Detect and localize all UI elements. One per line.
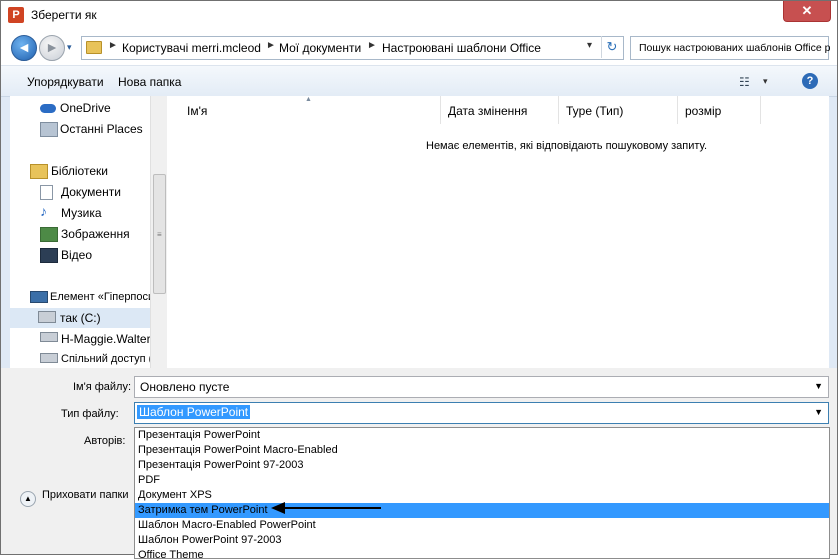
organize-button[interactable]: Упорядкувати <box>27 75 104 89</box>
filetype-option[interactable]: Office Theme <box>135 548 829 558</box>
grip-icon: ≡ <box>157 230 162 239</box>
help-icon[interactable]: ? <box>802 73 818 89</box>
chevron-up-icon: ▲ <box>20 491 36 507</box>
hide-folders-label: Приховати папки <box>42 489 129 501</box>
window-title: Зберегти як <box>31 8 97 22</box>
view-dropdown-icon[interactable]: ▾ <box>763 76 768 87</box>
authors-label: Авторів: <box>84 435 126 447</box>
nav-item-label: так (C:) <box>60 311 101 325</box>
file-list: ▲ Ім'я Дата змінення Type (Тип) розмір Н… <box>167 96 829 368</box>
column-header-size[interactable]: розмір <box>685 104 721 118</box>
breadcrumb-item-user[interactable]: Користувачі mеrri.mcleod <box>122 41 261 55</box>
address-dropdown-icon[interactable]: ▾ <box>587 40 592 51</box>
documents-icon <box>40 185 53 200</box>
empty-message: Немає елементів, які відповідають пошуко… <box>426 140 708 152</box>
column-divider[interactable] <box>440 96 441 124</box>
nav-item-documents[interactable]: Документи <box>10 182 150 202</box>
back-button[interactable]: ◄ <box>11 35 37 61</box>
nav-item-label: Документи <box>61 185 121 199</box>
filename-input[interactable]: Оновлено пусте ▼ <box>134 376 829 398</box>
column-divider[interactable] <box>677 96 678 124</box>
nav-item-libraries[interactable]: Бібліотеки <box>10 161 150 181</box>
nav-item-label: Елемент «Гіперпосилання» в колекції «Сти… <box>50 291 150 303</box>
cloud-icon <box>40 104 56 113</box>
filename-label: Ім'я файлу: <box>73 381 132 393</box>
pictures-icon <box>40 227 58 242</box>
view-options-icon[interactable]: ☷ <box>739 75 750 89</box>
column-header-name[interactable]: Ім'я <box>187 104 207 118</box>
nav-item-label: Відео <box>61 248 93 262</box>
filetype-option[interactable]: Шаблон PowerPoint 97-2003 <box>135 533 829 548</box>
filename-value: Оновлено пусте <box>140 380 230 394</box>
callout-arrow-head-icon <box>271 502 285 514</box>
filetype-value: Шаблон PowerPoint <box>137 405 251 419</box>
breadcrumb-item-templates[interactable]: Настроювані шаблони Office <box>382 41 541 55</box>
hide-folders-button[interactable]: ▲ Приховати папки <box>20 489 129 507</box>
filetype-dropdown-list[interactable]: Презентація PowerPoint Презентація Power… <box>134 427 830 559</box>
navigation-scrollbar[interactable]: ≡ <box>150 96 167 368</box>
network-drive-icon <box>40 353 58 363</box>
nav-item-recent-places[interactable]: Останні Places <box>10 119 150 139</box>
nav-item-pictures[interactable]: Зображення <box>10 224 150 244</box>
filetype-option[interactable]: Презентація PowerPoint <box>135 428 829 443</box>
video-icon <box>40 248 58 263</box>
drive-icon <box>38 311 56 323</box>
nav-item-drive-c[interactable]: так (C:) <box>10 308 150 328</box>
nav-item-label: Бібліотеки <box>51 164 108 178</box>
breadcrumb-separator-icon[interactable]: ► <box>108 40 118 51</box>
scrollbar-thumb[interactable]: ≡ <box>153 174 166 294</box>
nav-item-label: OneDrive <box>60 101 111 115</box>
folder-icon <box>86 41 102 54</box>
recent-locations-chevron-icon[interactable]: ▾ <box>67 42 77 52</box>
save-as-dialog: P Зберегти як ✕ ◄ ► ▾ ► Користувачі mеrr… <box>0 0 838 559</box>
new-folder-button[interactable]: Нова папка <box>118 75 181 89</box>
forward-button[interactable]: ► <box>39 35 65 61</box>
chevron-down-icon[interactable]: ▼ <box>814 407 823 417</box>
libraries-icon <box>30 164 48 179</box>
nav-item-network-h[interactable]: H-Maggie.Walter <box>10 329 150 349</box>
nav-item-label: Спільний доступ (W:) <box>61 353 150 365</box>
breadcrumb-item-documents[interactable]: Мої документи <box>279 41 361 55</box>
filetype-option[interactable]: Документ XPS <box>135 488 829 503</box>
chevron-down-icon[interactable]: ▼ <box>814 381 823 391</box>
address-bar[interactable]: ► Користувачі mеrri.mcleod ► Мої докумен… <box>81 36 624 60</box>
command-toolbar: Упорядкувати Нова папка ☷ ▾ ? <box>1 65 837 97</box>
recent-places-icon <box>40 122 58 137</box>
powerpoint-icon: P <box>8 7 24 23</box>
sort-ascending-icon: ▲ <box>305 96 312 103</box>
column-divider[interactable] <box>558 96 559 124</box>
nav-item-label: Зображення <box>61 227 130 241</box>
nav-item-music[interactable]: ♪ Музика <box>10 203 150 223</box>
breadcrumb-separator-icon[interactable]: ► <box>367 40 377 51</box>
nav-item-label: Останні Places <box>60 122 143 136</box>
filetype-label: Тип файлу: <box>61 408 119 420</box>
column-header-date[interactable]: Дата змінення <box>448 104 527 118</box>
filetype-option[interactable]: PDF <box>135 473 829 488</box>
network-drive-icon <box>40 332 58 342</box>
refresh-icon[interactable]: ↻ <box>601 36 622 58</box>
filetype-option[interactable]: Презентація PowerPoint Macro-Enabled <box>135 443 829 458</box>
nav-item-video[interactable]: Відео <box>10 245 150 265</box>
navigation-row: ◄ ► ▾ ► Користувачі mеrri.mcleod ► Мої д… <box>1 29 837 65</box>
search-input[interactable]: Пошук настроюваних шаблонів Office р <box>630 36 831 60</box>
filetype-option[interactable]: Шаблон Macro-Enabled PowerPoint <box>135 518 829 533</box>
filetype-option[interactable]: Презентація PowerPoint 97-2003 <box>135 458 829 473</box>
nav-item-network-w[interactable]: Спільний доступ (W:) <box>10 350 150 368</box>
callout-arrow-line <box>283 507 381 509</box>
navigation-pane: OneDrive Останні Places Бібліотеки Докум… <box>10 96 150 368</box>
breadcrumb-separator-icon[interactable]: ► <box>266 40 276 51</box>
nav-item-computer[interactable]: Елемент «Гіперпосилання» в колекції «Сти… <box>10 288 150 308</box>
column-header-type[interactable]: Type (Тип) <box>566 104 623 118</box>
computer-icon <box>30 291 48 303</box>
column-divider[interactable] <box>760 96 761 124</box>
close-button[interactable]: ✕ <box>783 1 831 22</box>
filetype-option-highlighted[interactable]: Затримка тем PowerPoint <box>135 503 829 518</box>
filetype-select[interactable]: Шаблон PowerPoint ▼ <box>134 402 829 424</box>
nav-item-onedrive[interactable]: OneDrive <box>10 98 150 118</box>
search-placeholder: Пошук настроюваних шаблонів Office р <box>639 42 831 54</box>
music-icon: ♪ <box>40 203 47 219</box>
title-bar: P Зберегти як ✕ <box>1 1 837 29</box>
nav-item-label: Музика <box>61 206 102 220</box>
nav-item-label: H-Maggie.Walter <box>61 332 150 346</box>
